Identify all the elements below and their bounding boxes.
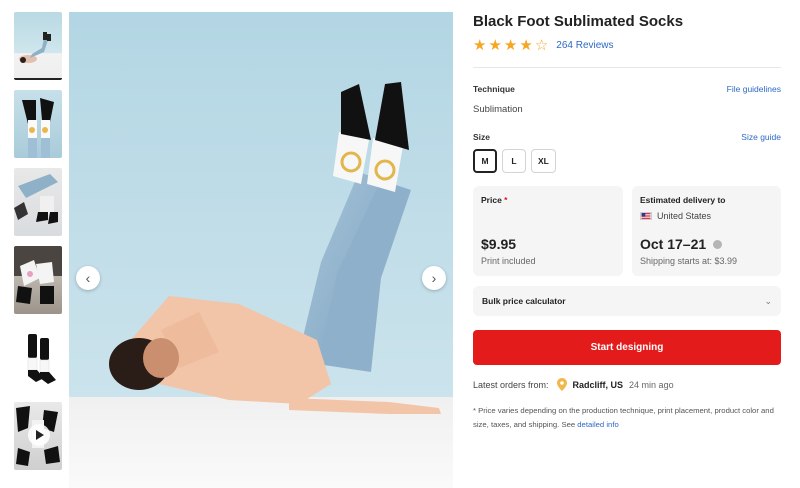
chevron-right-icon[interactable]: › [422, 266, 446, 290]
size-option-l[interactable]: L [502, 149, 526, 173]
thumbnail-1[interactable] [14, 12, 62, 80]
size-option-m[interactable]: M [473, 149, 497, 173]
country-name: United States [657, 211, 712, 221]
chevron-left-icon[interactable]: ‹ [76, 266, 100, 290]
us-flag-icon [640, 212, 652, 220]
price-note: Print included [481, 256, 536, 266]
thumbnail-4[interactable] [14, 246, 62, 314]
price-card: Price * $9.95 Print included [473, 186, 623, 276]
star-outline-icon: ☆ [534, 36, 549, 54]
latest-orders: Latest orders from: Radcliff, US 24 min … [473, 378, 781, 391]
technique-value: Sublimation [473, 104, 523, 115]
star-icon: ★ [503, 36, 518, 54]
reviews-link[interactable]: 264 Reviews [556, 40, 613, 51]
size-guide-link[interactable]: Size guide [741, 132, 781, 142]
orders-location: Radcliff, US [572, 379, 624, 390]
delivery-date: Oct 17–21 [640, 236, 723, 252]
star-icon: ★ [488, 36, 502, 54]
detailed-info-link[interactable]: detailed info [577, 420, 618, 429]
star-icon: ★ [519, 36, 533, 54]
size-section: Size Size guide M L XL [473, 132, 781, 173]
thumbnail-5[interactable] [14, 324, 62, 392]
orders-prefix: Latest orders from: [473, 379, 549, 390]
orders-time: 24 min ago [629, 379, 674, 390]
size-label: Size [473, 132, 491, 142]
product-image [69, 12, 453, 488]
required-mark: * [504, 195, 508, 205]
chevron-down-icon: ⌄ [764, 295, 772, 306]
product-title: Black Foot Sublimated Socks [473, 13, 684, 30]
location-pin-icon [556, 378, 567, 391]
start-designing-button[interactable]: Start designing [473, 330, 781, 365]
thumbnail-3[interactable] [14, 168, 62, 236]
price-value: $9.95 [481, 236, 517, 252]
price-footnote: * Price varies depending on the producti… [473, 406, 774, 429]
technique-section: Technique File guidelines Sublimation [473, 84, 781, 115]
file-guidelines-link[interactable]: File guidelines [727, 84, 781, 94]
size-options: M L XL [473, 149, 781, 173]
divider [473, 67, 781, 68]
bulk-label: Bulk price calculator [482, 296, 566, 306]
thumbnail-strip [14, 12, 62, 480]
shipping-note: Shipping starts at: $3.99 [640, 256, 738, 266]
delivery-label: Estimated delivery to [640, 195, 726, 205]
price-label: Price * [481, 195, 508, 205]
delivery-country[interactable]: United States [640, 211, 773, 221]
product-details-panel: Black Foot Sublimated Socks ★ ★ ★ ★ ☆ 26… [473, 12, 781, 432]
info-cards: Price * $9.95 Print included Estimated d… [473, 186, 781, 276]
thumbnail-6-video[interactable] [14, 402, 62, 470]
technique-label: Technique [473, 84, 515, 94]
thumbnail-2[interactable] [14, 90, 62, 158]
bulk-price-calculator[interactable]: Bulk price calculator ⌄ [473, 286, 781, 316]
star-icon: ★ [473, 36, 487, 54]
size-option-xl[interactable]: XL [531, 149, 556, 173]
rating-row: ★ ★ ★ ★ ☆ 264 Reviews [473, 37, 781, 53]
play-icon [28, 424, 50, 446]
delivery-card: Estimated delivery to United States Oct … [632, 186, 781, 276]
info-icon[interactable] [713, 239, 723, 249]
